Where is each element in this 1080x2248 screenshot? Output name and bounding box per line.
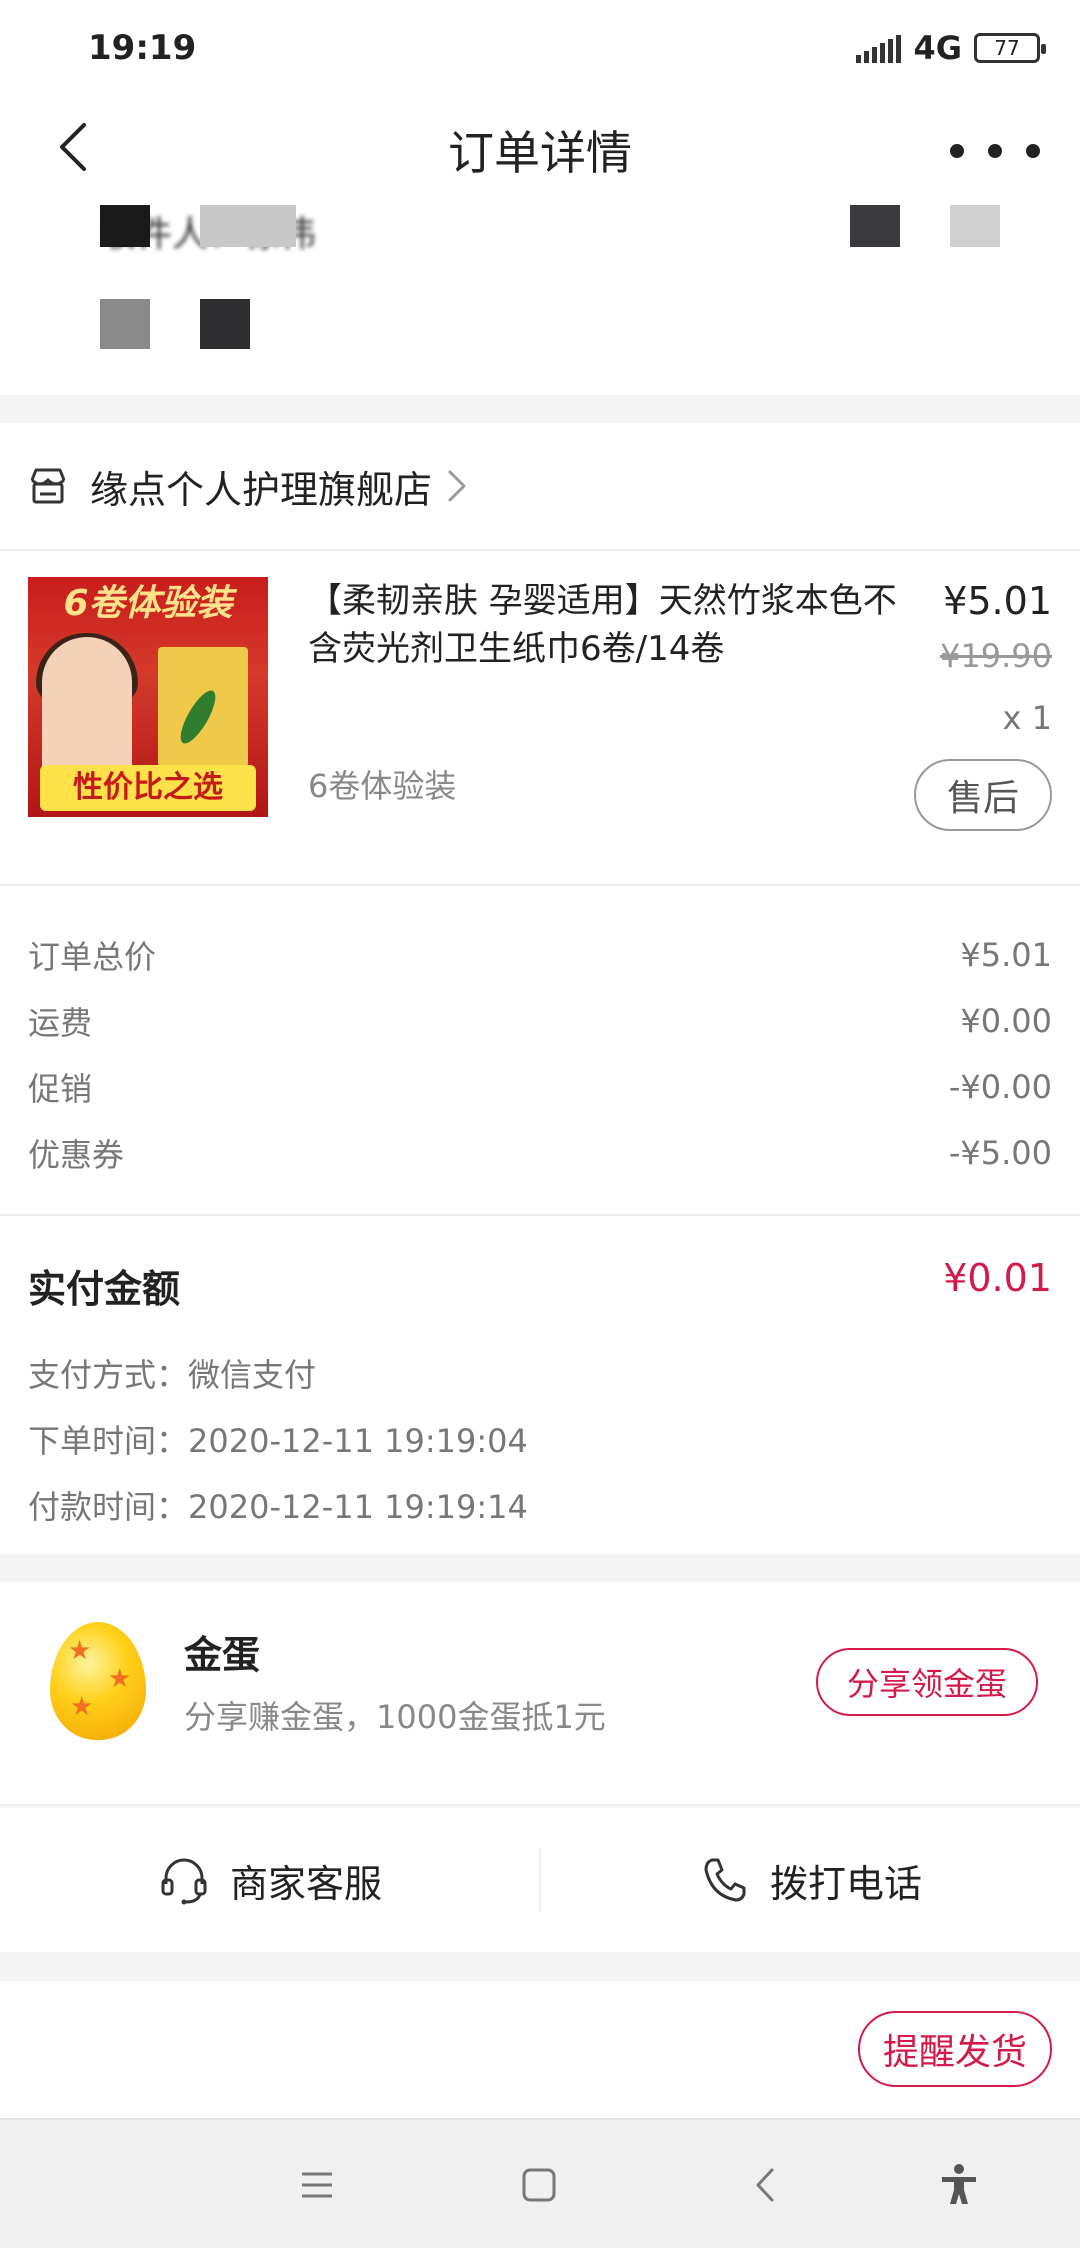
shop-name: 缘点个人护理旗舰店 xyxy=(90,467,433,512)
product-original-price: ¥19.90 xyxy=(940,637,1052,675)
bottom-action-bar: 提醒发货 xyxy=(0,1980,1080,2118)
network-type: 4G xyxy=(913,28,962,67)
status-bar: 19:19 4G 77 xyxy=(0,0,1080,95)
total-value: ¥5.01 xyxy=(960,936,1052,974)
paid-amount-label: 实付金额 xyxy=(28,1267,181,1311)
product-image-top-text: 6卷体验装 xyxy=(63,583,233,624)
share-golden-egg-button[interactable]: 分享领金蛋 xyxy=(816,1648,1038,1716)
product-item[interactable]: 6卷体验装 性价比之选 【柔韧亲肤 孕婴适用】天然竹浆本色不含荧光剂卫生纸巾6卷… xyxy=(0,551,1080,886)
product-quantity: x 1 xyxy=(1002,699,1052,737)
star-icon: ★ xyxy=(70,1692,94,1722)
star-icon: ★ xyxy=(108,1664,132,1694)
after-sale-button[interactable]: 售后 xyxy=(914,759,1052,831)
nav-bar: 订单详情 xyxy=(0,95,1080,205)
system-nav-bar xyxy=(0,2118,1080,2248)
golden-egg-card: ★ ★ ★ 金蛋 分享赚金蛋，1000金蛋抵1元 分享领金蛋 xyxy=(0,1582,1080,1806)
contact-bar: 商家客服 拨打电话 xyxy=(0,1808,1080,1952)
redacted-block xyxy=(200,299,250,349)
headset-icon xyxy=(161,1858,207,1905)
shipping-row: 运费 ¥0.00 xyxy=(28,996,1052,1046)
customer-service-label: 商家客服 xyxy=(229,1861,382,1906)
customer-service-button[interactable]: 商家客服 xyxy=(0,1808,540,1952)
more-options-icon[interactable] xyxy=(950,131,1040,171)
system-back-icon[interactable] xyxy=(742,2160,792,2210)
phone-icon xyxy=(704,1858,746,1902)
redacted-block xyxy=(200,205,296,247)
product-image-bottom-text: 性价比之选 xyxy=(40,765,256,811)
back-arrow-icon[interactable] xyxy=(48,117,108,177)
address-card[interactable]: 收件人：徐伟 xyxy=(0,205,1080,395)
page-title: 订单详情 xyxy=(448,126,632,180)
golden-egg-icon: ★ ★ ★ xyxy=(50,1622,146,1740)
redacted-block xyxy=(950,205,1000,247)
battery-level: 77 xyxy=(994,35,1020,60)
home-icon[interactable] xyxy=(514,2160,564,2210)
star-icon: ★ xyxy=(68,1636,92,1666)
accessibility-icon[interactable] xyxy=(934,2160,984,2210)
product-image[interactable]: 6卷体验装 性价比之选 xyxy=(28,577,268,817)
remind-ship-button[interactable]: 提醒发货 xyxy=(858,2011,1052,2087)
total-label: 订单总价 xyxy=(28,938,157,976)
order-time: 下单时间：2020-12-11 19:19:04 xyxy=(28,1422,528,1460)
payment-info: 实付金额 ¥0.01 支付方式：微信支付 下单时间：2020-12-11 19:… xyxy=(0,1216,1080,1554)
battery-icon: 77 xyxy=(974,32,1046,63)
call-phone-button[interactable]: 拨打电话 xyxy=(540,1808,1080,1952)
redacted-block xyxy=(100,299,150,349)
product-title: 【柔韧亲肤 孕婴适用】天然竹浆本色不含荧光剂卫生纸巾6卷/14卷 xyxy=(308,581,897,669)
signal-icon xyxy=(856,33,902,63)
price-breakdown: 订单总价 ¥5.01 运费 ¥0.00 促销 -¥0.00 优惠券 -¥5.00 xyxy=(0,886,1080,1216)
paid-amount-value: ¥0.01 xyxy=(943,1256,1052,1300)
status-time: 19:19 xyxy=(88,27,197,68)
menu-icon[interactable] xyxy=(292,2160,342,2210)
promotion-row: 促销 -¥0.00 xyxy=(28,1062,1052,1112)
promotion-value: -¥0.00 xyxy=(948,1068,1052,1106)
chevron-right-icon xyxy=(448,470,466,502)
coupon-label: 优惠券 xyxy=(28,1136,125,1174)
golden-egg-title: 金蛋 xyxy=(184,1633,261,1677)
coupon-value: -¥5.00 xyxy=(948,1134,1052,1172)
redacted-block xyxy=(100,205,150,247)
pay-time: 付款时间：2020-12-11 19:19:14 xyxy=(28,1488,528,1526)
shop-row[interactable]: 缘点个人护理旗舰店 xyxy=(0,423,1080,551)
golden-egg-subtitle: 分享赚金蛋，1000金蛋抵1元 xyxy=(184,1698,606,1736)
total-row: 订单总价 ¥5.01 xyxy=(28,930,1052,980)
shipping-value: ¥0.00 xyxy=(960,1002,1052,1040)
payment-method: 支付方式：微信支付 xyxy=(28,1356,317,1394)
product-spec: 6卷体验装 xyxy=(308,767,457,805)
store-icon xyxy=(30,468,66,504)
status-right: 4G 77 xyxy=(856,28,1046,67)
call-phone-label: 拨打电话 xyxy=(769,1861,922,1906)
redacted-block xyxy=(850,205,900,247)
shipping-label: 运费 xyxy=(28,1004,93,1042)
coupon-row: 优惠券 -¥5.00 xyxy=(28,1128,1052,1178)
product-price: ¥5.01 xyxy=(943,579,1052,623)
promotion-label: 促销 xyxy=(28,1070,93,1108)
image-model-face xyxy=(42,637,132,777)
